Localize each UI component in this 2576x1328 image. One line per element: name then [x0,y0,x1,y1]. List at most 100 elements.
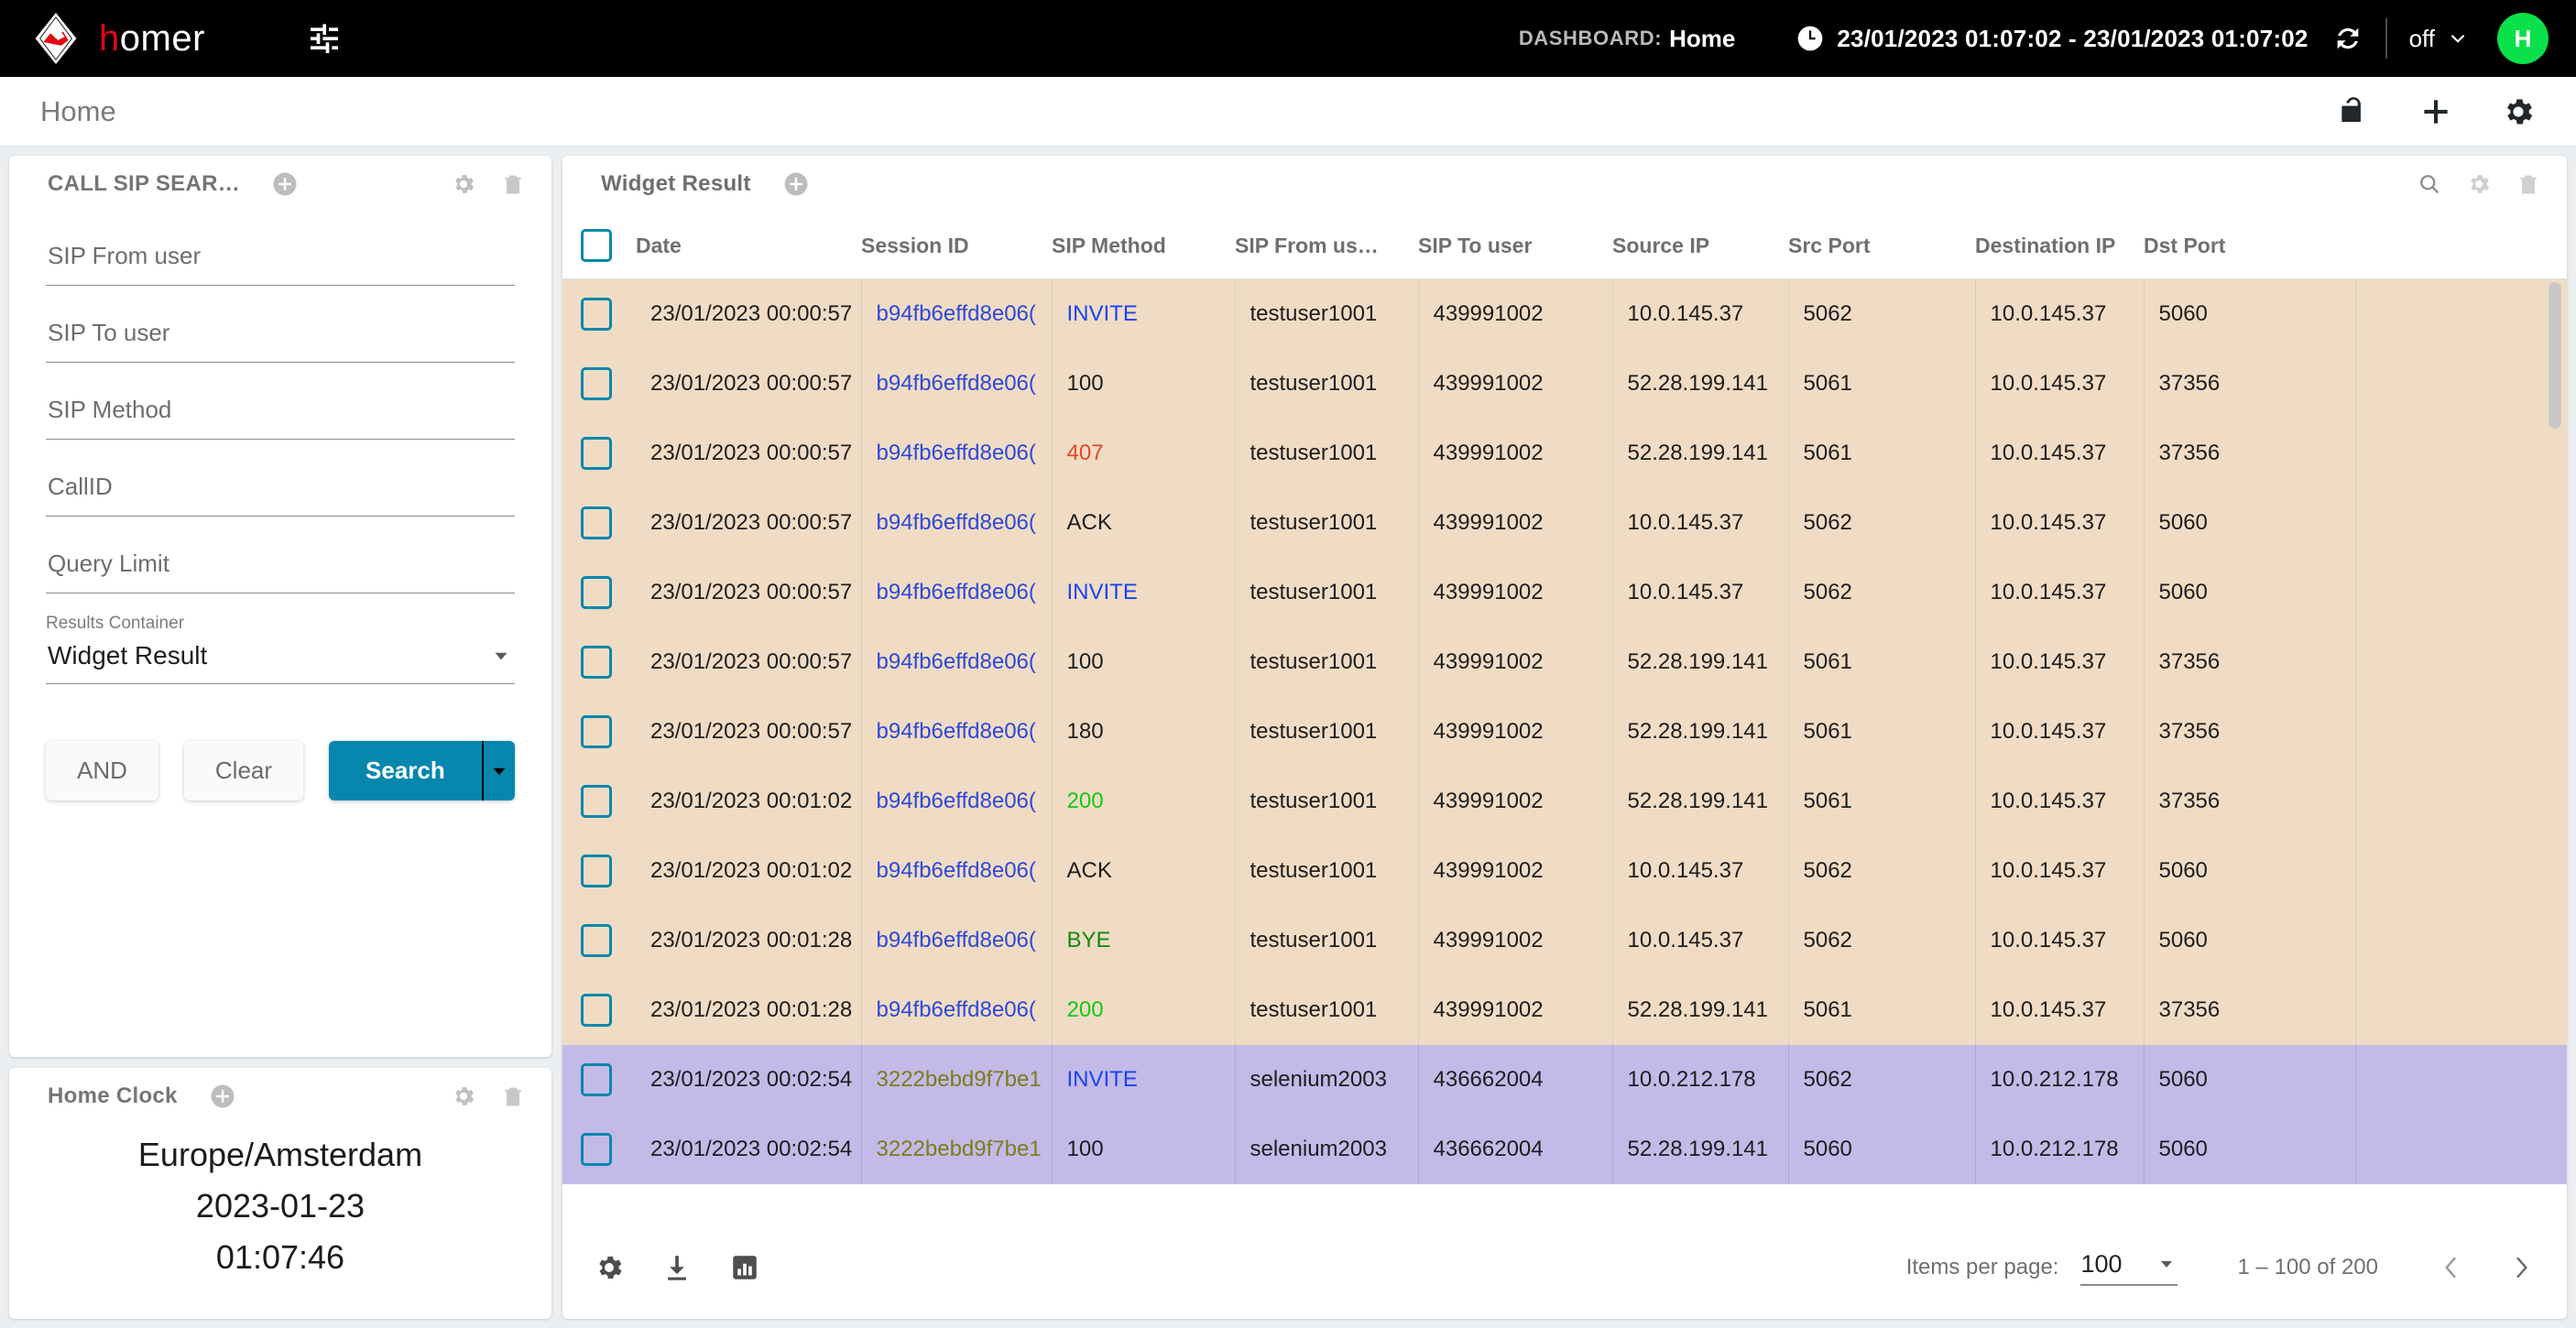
cell-sip-method: INVITE [1052,278,1236,349]
refresh-icon[interactable] [2332,23,2363,54]
cell-session-id: b94fb6effd8e06( [861,766,1053,836]
sip-from-user-input[interactable] [46,229,515,286]
cell-sip-to-user: 439991002 [1418,557,1613,627]
table-row[interactable]: 23/01/2023 00:01:02 b94fb6effd8e06(ACK tes… [562,835,2567,906]
table-row[interactable]: 23/01/2023 00:01:02 b94fb6effd8e06(200 tes… [562,766,2567,836]
download-icon[interactable] [661,1252,693,1283]
field-query-limit [46,537,515,593]
dashboard-label: DASHBOARD: [1518,27,1663,49]
row-checkbox[interactable] [581,1062,612,1096]
row-select-cell [562,1114,636,1184]
plus-icon[interactable] [2418,94,2453,129]
column-header-spacer [2355,212,2567,279]
cell-dst-port: 37356 [2144,766,2356,836]
row-checkbox[interactable] [581,854,612,887]
add-circle-icon[interactable] [209,1083,236,1110]
avatar[interactable]: H [2497,13,2549,64]
brand-logo-group[interactable]: homer [27,10,205,67]
cell-source-ip: 10.0.212.178 [1612,1044,1789,1115]
table-row[interactable]: 23/01/2023 00:02:54 3222bebd9f7be1 100 sele… [562,1114,2567,1184]
results-container-select[interactable]: Widget Result [46,637,515,684]
gear-icon[interactable] [451,1083,476,1109]
clear-button[interactable]: Clear [183,741,304,800]
table-row[interactable]: 23/01/2023 00:01:28 b94fb6effd8e06(BYE tes… [562,905,2567,975]
cell-sip-from-user: testuser1001 [1235,418,1419,488]
add-circle-icon[interactable] [271,170,299,198]
row-checkbox[interactable] [581,436,612,470]
search-options-button[interactable] [481,741,515,800]
column-header-source-ip[interactable]: Source IP [1612,212,1788,279]
search-button[interactable]: Search [329,741,482,800]
column-header-sip-to-user[interactable]: SIP To user [1418,212,1612,279]
dashboard-workspace: CALL SIP SEAR… SIP From user SIP To user… [0,147,2576,1328]
add-circle-icon[interactable] [782,170,810,198]
table-row[interactable]: 23/01/2023 00:00:57 b94fb6effd8e06(ACK tes… [562,487,2567,558]
search-widget-actions [451,171,526,197]
cell-dst-port: 37356 [2144,626,2356,697]
table-row[interactable]: 23/01/2023 00:02:54 3222bebd9f7be1 INVITE s… [562,1044,2567,1115]
field-sip-method [46,383,515,440]
sip-method-input[interactable] [46,383,515,440]
table-row[interactable]: 23/01/2023 00:00:57 b94fb6effd8e06(INVITE… [562,557,2567,627]
query-limit-input[interactable] [46,537,515,593]
cell-spacer [2355,487,2567,558]
bar-chart-icon[interactable] [729,1252,760,1283]
clock-time: 01:07:46 [215,1238,345,1276]
row-checkbox[interactable] [581,993,612,1027]
column-header-dst-port[interactable]: Dst Port [2144,212,2355,279]
cell-date: 23/01/2023 00:02:54 [636,1044,862,1115]
row-checkbox[interactable] [581,645,612,679]
trash-icon[interactable] [500,171,526,197]
chevron-left-icon[interactable] [2437,1253,2466,1282]
cell-sip-from-user: testuser1001 [1235,278,1419,349]
gear-icon[interactable] [2501,94,2536,129]
gear-icon[interactable] [594,1252,625,1283]
table-row[interactable]: 23/01/2023 00:00:57 b94fb6effd8e06(INVITE… [562,278,2567,349]
unlock-icon[interactable] [2336,94,2371,129]
chevron-down-icon [495,652,508,660]
items-per-page-select[interactable]: 100 [2080,1250,2178,1286]
table-row[interactable]: 23/01/2023 00:00:57 b94fb6effd8e06(100 tes… [562,626,2567,697]
brand-name-h: h [99,17,120,59]
row-checkbox[interactable] [581,784,612,818]
result-table-container[interactable]: Date Session ID SIP Method SIP From us… … [562,212,2567,1216]
gear-icon[interactable] [2466,171,2492,197]
column-header-date[interactable]: Date [636,212,861,279]
cell-destination-ip: 10.0.145.37 [1975,348,2145,419]
search-icon[interactable] [2417,171,2442,197]
table-row[interactable]: 23/01/2023 00:00:57 b94fb6effd8e06(100 tes… [562,348,2567,419]
left-widget-column: CALL SIP SEAR… SIP From user SIP To user… [9,156,551,1319]
sip-to-user-input[interactable] [46,306,515,363]
row-checkbox[interactable] [581,366,612,400]
column-header-destination-ip[interactable]: Destination IP [1975,212,2144,279]
column-header-src-port[interactable]: Src Port [1788,212,1975,279]
row-checkbox[interactable] [581,297,612,331]
row-checkbox[interactable] [581,923,612,957]
callid-input[interactable] [46,460,515,517]
select-all-checkbox[interactable] [581,229,612,262]
refresh-interval-select[interactable]: off [2409,25,2470,53]
table-row[interactable]: 23/01/2023 00:00:57 b94fb6effd8e06(407 tes… [562,418,2567,488]
column-header-sip-method[interactable]: SIP Method [1052,212,1235,279]
tune-icon[interactable] [306,20,343,57]
result-table-head: Date Session ID SIP Method SIP From us… … [562,212,2567,279]
home-clock-widget: Home Clock Europe/Amsterdam 2023-01-23 0… [9,1068,551,1319]
and-button[interactable]: AND [46,741,158,800]
column-header-session-id[interactable]: Session ID [861,212,1052,279]
gear-icon[interactable] [451,171,476,197]
cell-source-ip: 52.28.199.141 [1612,348,1789,419]
cell-sip-to-user: 439991002 [1418,418,1613,488]
row-checkbox[interactable] [581,506,612,539]
row-checkbox[interactable] [581,714,612,748]
chevron-right-icon[interactable] [2506,1253,2536,1282]
row-checkbox[interactable] [581,575,612,609]
table-row[interactable]: 23/01/2023 00:00:57 b94fb6effd8e06(180 tes… [562,696,2567,767]
time-range-picker[interactable]: 23/01/2023 01:07:02 - 23/01/2023 01:07:0… [1796,24,2308,53]
row-checkbox[interactable] [581,1132,612,1166]
table-row[interactable]: 23/01/2023 00:01:28 b94fb6effd8e06(200 tes… [562,974,2567,1045]
trash-icon[interactable] [2516,171,2541,197]
trash-icon[interactable] [500,1083,526,1109]
table-vertical-scrollbar[interactable] [2549,282,2561,429]
column-header-sip-from-user[interactable]: SIP From us… [1235,212,1418,279]
row-select-cell [562,1044,636,1115]
